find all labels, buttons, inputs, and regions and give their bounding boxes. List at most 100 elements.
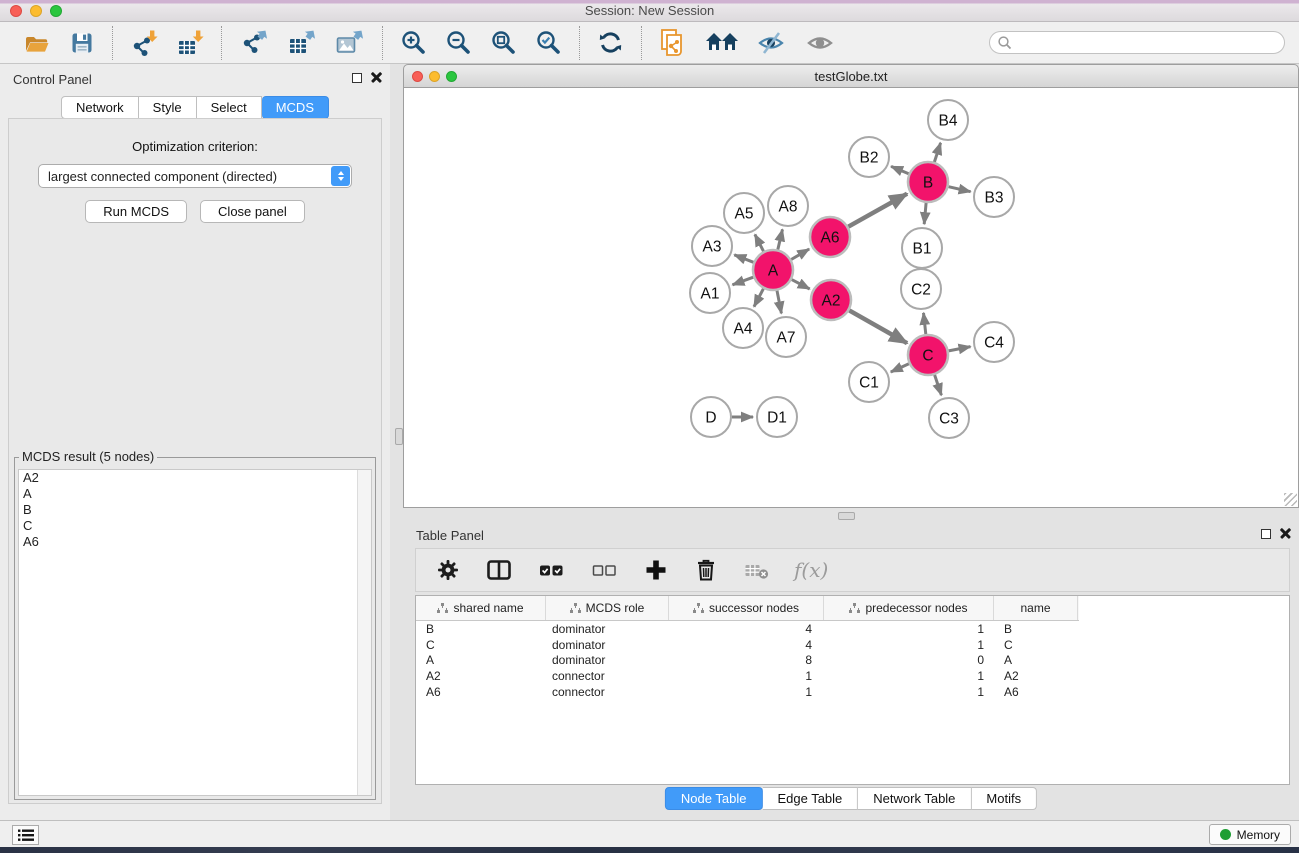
- export-image-button[interactable]: [333, 27, 367, 59]
- graph-node-C[interactable]: C: [908, 335, 948, 375]
- search-input[interactable]: [1013, 34, 1284, 52]
- graph-node-A5[interactable]: A5: [724, 193, 764, 233]
- graph-edge-C-C3[interactable]: [935, 375, 942, 395]
- float-panel-icon[interactable]: [352, 73, 362, 83]
- graph-edge-A-A5[interactable]: [755, 234, 764, 251]
- graph-node-B2[interactable]: B2: [849, 137, 889, 177]
- graph-node-C1[interactable]: C1: [849, 362, 889, 402]
- column-header-successor-nodes[interactable]: successor nodes: [669, 596, 824, 620]
- graph-node-B4[interactable]: B4: [928, 100, 968, 140]
- result-item[interactable]: B: [19, 502, 371, 518]
- vertical-splitter-grip[interactable]: [395, 428, 403, 445]
- delete-column-button[interactable]: [692, 556, 720, 584]
- close-table-panel-icon[interactable]: [1280, 528, 1291, 539]
- graph-edge-B-B3[interactable]: [949, 187, 971, 192]
- graph-edge-B-B4[interactable]: [934, 143, 940, 162]
- graph-node-A[interactable]: A: [753, 250, 793, 290]
- graph-node-B3[interactable]: B3: [974, 177, 1014, 217]
- open-session-button[interactable]: [21, 28, 53, 58]
- graph-node-A8[interactable]: A8: [768, 186, 808, 226]
- table-row[interactable]: A6 connector 1 1 A6: [416, 684, 1289, 700]
- graph-node-A1[interactable]: A1: [690, 273, 730, 313]
- graph-node-C2[interactable]: C2: [901, 269, 941, 309]
- column-header-predecessor-nodes[interactable]: predecessor nodes: [824, 596, 994, 620]
- save-session-button[interactable]: [67, 28, 97, 58]
- tab-network[interactable]: Network: [61, 96, 139, 119]
- graph-edge-A2-C[interactable]: [849, 310, 907, 343]
- graph-edge-A-A4[interactable]: [754, 289, 763, 307]
- graph-edge-A-A2[interactable]: [792, 280, 810, 289]
- add-column-button[interactable]: [642, 556, 670, 584]
- export-network-button[interactable]: [237, 27, 271, 59]
- mcds-result-list[interactable]: A2 A B C A6: [18, 469, 372, 796]
- show-all-button[interactable]: [803, 28, 837, 58]
- show-column-panel-button[interactable]: [484, 556, 514, 584]
- close-panel-icon[interactable]: [371, 72, 382, 83]
- tab-network-table[interactable]: Network Table: [858, 787, 971, 810]
- tab-edge-table[interactable]: Edge Table: [762, 787, 858, 810]
- tab-node-table[interactable]: Node Table: [665, 787, 763, 810]
- network-window-titlebar[interactable]: testGlobe.txt: [403, 64, 1299, 88]
- graph-node-C4[interactable]: C4: [974, 322, 1014, 362]
- result-item[interactable]: A6: [19, 534, 371, 550]
- result-scrollbar[interactable]: [357, 470, 371, 795]
- table-row[interactable]: C dominator 4 1 C: [416, 637, 1289, 653]
- window-resize-grip[interactable]: [1284, 493, 1297, 506]
- graph-node-A3[interactable]: A3: [692, 226, 732, 266]
- graph-node-A7[interactable]: A7: [766, 317, 806, 357]
- first-neighbors-button[interactable]: [703, 28, 741, 58]
- graph-node-D1[interactable]: D1: [757, 397, 797, 437]
- graph-edge-B-B1[interactable]: [924, 203, 926, 224]
- graph-node-B1[interactable]: B1: [902, 228, 942, 268]
- tab-mcds[interactable]: MCDS: [262, 96, 329, 119]
- zoom-selected-button[interactable]: [533, 27, 564, 58]
- graph-edge-C-C2[interactable]: [924, 313, 926, 334]
- column-header-mcds-role[interactable]: MCDS role: [546, 596, 669, 620]
- graph-node-A2[interactable]: A2: [811, 280, 851, 320]
- graph-edge-A-A7[interactable]: [777, 291, 781, 314]
- graph-node-A6[interactable]: A6: [810, 217, 850, 257]
- table-settings-button[interactable]: [434, 556, 462, 584]
- network-graph-canvas[interactable]: ABCA2A6A1A3A4A5A7A8B1B2B3B4C1C2C3C4DD1: [404, 88, 1298, 506]
- run-mcds-button[interactable]: Run MCDS: [85, 200, 187, 223]
- criterion-dropdown[interactable]: largest connected component (directed): [38, 164, 352, 188]
- task-history-button[interactable]: [12, 825, 39, 845]
- hide-selected-button[interactable]: [755, 28, 789, 58]
- tab-motifs[interactable]: Motifs: [971, 787, 1037, 810]
- column-header-shared-name[interactable]: shared name: [416, 596, 546, 620]
- table-row[interactable]: B dominator 4 1 B: [416, 621, 1289, 637]
- memory-button[interactable]: Memory: [1209, 824, 1291, 845]
- table-row[interactable]: A2 connector 1 1 A2: [416, 668, 1289, 684]
- import-network-button[interactable]: [128, 27, 160, 59]
- tab-select[interactable]: Select: [197, 96, 262, 119]
- refresh-layout-button[interactable]: [595, 27, 626, 58]
- table-row[interactable]: A dominator 8 0 A: [416, 653, 1289, 669]
- graph-node-C3[interactable]: C3: [929, 398, 969, 438]
- result-item[interactable]: A: [19, 486, 371, 502]
- import-table-button[interactable]: [174, 27, 206, 59]
- tab-style[interactable]: Style: [139, 96, 197, 119]
- graph-edge-A-A6[interactable]: [791, 249, 809, 260]
- graph-edge-B-B2[interactable]: [891, 166, 909, 173]
- zoom-out-button[interactable]: [443, 27, 474, 58]
- graph-edge-A-A8[interactable]: [778, 229, 783, 249]
- graph-edge-C-C4[interactable]: [949, 347, 971, 351]
- result-item[interactable]: A2: [19, 470, 371, 486]
- graph-edge-A-A3[interactable]: [734, 255, 753, 262]
- graph-edge-A-A1[interactable]: [733, 277, 754, 285]
- graph-edge-A6-B[interactable]: [848, 194, 907, 227]
- float-table-panel-icon[interactable]: [1261, 529, 1271, 539]
- graph-node-B[interactable]: B: [908, 162, 948, 202]
- result-item[interactable]: C: [19, 518, 371, 534]
- select-all-button[interactable]: [536, 556, 567, 584]
- delete-table-button[interactable]: [742, 557, 772, 583]
- graph-edge-C-C1[interactable]: [891, 364, 909, 372]
- close-panel-button[interactable]: Close panel: [200, 200, 305, 223]
- search-box[interactable]: [989, 31, 1285, 54]
- function-builder-button[interactable]: f(x): [794, 558, 828, 582]
- zoom-in-button[interactable]: [398, 27, 429, 58]
- graph-node-A4[interactable]: A4: [723, 308, 763, 348]
- deselect-all-button[interactable]: [589, 556, 620, 584]
- column-header-name[interactable]: name: [994, 596, 1078, 620]
- new-network-from-selection-button[interactable]: [657, 26, 689, 60]
